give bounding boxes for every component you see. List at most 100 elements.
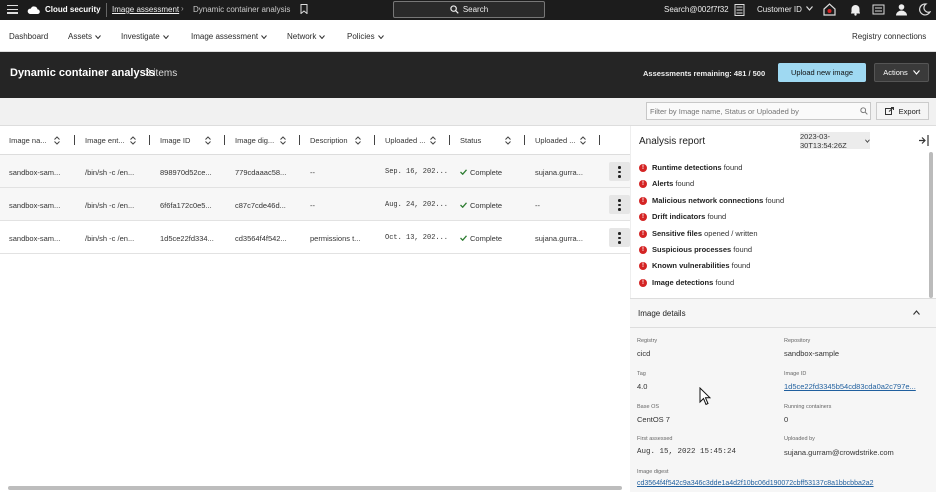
row-menu-button[interactable] [609,228,630,247]
col-label: Image ID [160,136,191,145]
column-separator[interactable] [74,135,75,145]
menu-icon[interactable] [7,5,18,14]
image-id-link[interactable]: 1d5ce22fd3345b54cd83cda0a2c797e... [784,382,916,391]
chevron-down-icon [806,6,813,11]
collapse-panel-icon[interactable] [918,134,930,147]
moon-icon[interactable] [918,3,931,16]
breadcrumb-parent-link[interactable]: Image assessment [112,5,179,14]
cell-status: Complete [460,168,502,177]
running-containers-value: 0 [784,415,789,424]
running-containers-label: Running containers [784,404,832,410]
column-separator[interactable] [149,135,150,145]
cell-name: sandbox-sam... [9,234,61,243]
table-horizontal-scrollbar[interactable] [8,486,622,490]
calculator-icon[interactable] [734,4,745,16]
cell-description: -- [310,168,315,177]
sort-icon [280,136,286,145]
column-separator[interactable] [374,135,375,145]
user-icon[interactable] [895,3,908,16]
image-details-header[interactable]: Image details [630,299,936,328]
filter-input[interactable] [646,102,871,120]
chevron-down-icon [912,70,920,75]
nav-network[interactable]: Network [287,32,326,41]
cell-digest: 779cdaaac58... [235,168,287,177]
col-image-id[interactable]: Image ID [160,136,211,145]
base-os-label: Base OS [637,404,660,410]
table-row[interactable]: sandbox-sam... /bin/sh -c /en... 1d5ce22… [0,221,630,254]
sort-icon [205,136,211,145]
nav-policies[interactable]: Policies [347,32,384,41]
registry-label: Registry [637,338,658,344]
row-menu-button[interactable] [609,162,630,181]
cell-name: sandbox-sam... [9,168,61,177]
col-status[interactable]: Status [460,136,511,145]
nav-investigate[interactable]: Investigate [121,32,169,41]
finding-state: found [723,163,743,172]
breadcrumb-separator: › [181,4,184,13]
tag-label: Tag [637,371,646,377]
cell-uploaded: Aug. 24, 202... [385,201,449,209]
nav-image-assessment[interactable]: Image assessment [191,32,268,41]
house-shield-icon[interactable] [823,3,836,16]
cell-id: 1d5ce22fd334... [160,234,214,243]
table-row[interactable]: sandbox-sam... /bin/sh -c /en... 6f6fa17… [0,188,630,221]
image-details-section: Image details Registry cicd Repository s… [630,298,936,492]
sort-icon [505,136,511,145]
cell-digest: cd3564f4f542... [235,234,287,243]
finding-state: found [707,212,727,222]
cell-uploaded: Oct. 13, 202... [385,234,449,242]
row-menu-button[interactable] [609,195,630,214]
news-icon[interactable] [872,3,885,16]
col-image-digest[interactable]: Image dig... [235,136,286,145]
status-text: Complete [470,234,503,243]
nav-assets[interactable]: Assets [68,32,101,41]
chevron-down-icon [95,35,101,39]
chevron-down-icon [865,139,870,143]
column-separator[interactable] [299,135,300,145]
error-icon: ! [639,246,647,254]
error-icon: ! [639,262,647,271]
error-icon: ! [639,180,647,189]
chevron-up-icon [913,310,920,315]
col-image-name[interactable]: Image na... [9,136,60,145]
brand-name: Cloud security [45,5,101,14]
col-uploaded-by[interactable]: Uploaded ... [535,136,586,145]
panel-scrollbar[interactable] [929,152,933,298]
analysis-report-title: Analysis report [639,136,706,147]
col-label: Image na... [9,136,47,145]
status-text: Complete [470,168,503,177]
table-row[interactable]: sandbox-sam... /bin/sh -c /en... 898970d… [0,155,630,188]
upload-new-image-button[interactable]: Upload new image [778,63,866,82]
cell-entry: /bin/sh -c /en... [85,201,135,210]
cell-uploaded: Sep. 16, 202... [385,168,449,176]
export-button[interactable]: Export [876,102,929,120]
col-label: Description [310,136,348,145]
first-assessed-value: Aug. 15, 2022 15:45:24 [637,448,737,456]
column-separator[interactable] [449,135,450,145]
cell-entry: /bin/sh -c /en... [85,168,135,177]
bell-icon[interactable] [849,3,862,16]
actions-button[interactable]: Actions [874,63,929,82]
customer-id-dropdown[interactable]: Customer ID [757,5,802,14]
column-separator[interactable] [599,135,600,145]
bookmark-icon[interactable] [300,4,308,14]
image-digest-link[interactable]: cd3564f4f542c9a346c3dde1a4d2f10bc06d1900… [637,480,874,487]
col-uploaded[interactable]: Uploaded ... [385,136,436,145]
global-search-button[interactable]: Search [393,1,545,18]
column-separator[interactable] [524,135,525,145]
finding-name: Suspicious processes [652,245,732,254]
nav-dashboard[interactable]: Dashboard [9,32,48,41]
sort-icon [54,136,60,145]
col-description[interactable]: Description [310,136,361,145]
status-text: Complete [470,201,503,210]
table-header: Image na... Image ent... Image ID Image … [0,126,630,155]
tenant-name[interactable]: Search@002f7f32 [664,5,729,14]
search-icon [860,107,868,115]
finding-state: found [733,245,753,254]
column-separator[interactable] [224,135,225,145]
check-icon [460,235,467,241]
col-image-entry[interactable]: Image ent... [85,136,136,145]
nav-registry-connections[interactable]: Registry connections [852,32,926,41]
report-date-dropdown[interactable]: 2023-03-30T13:54:26Z [800,132,870,150]
nav-image-assessment-label: Image assessment [191,32,259,41]
